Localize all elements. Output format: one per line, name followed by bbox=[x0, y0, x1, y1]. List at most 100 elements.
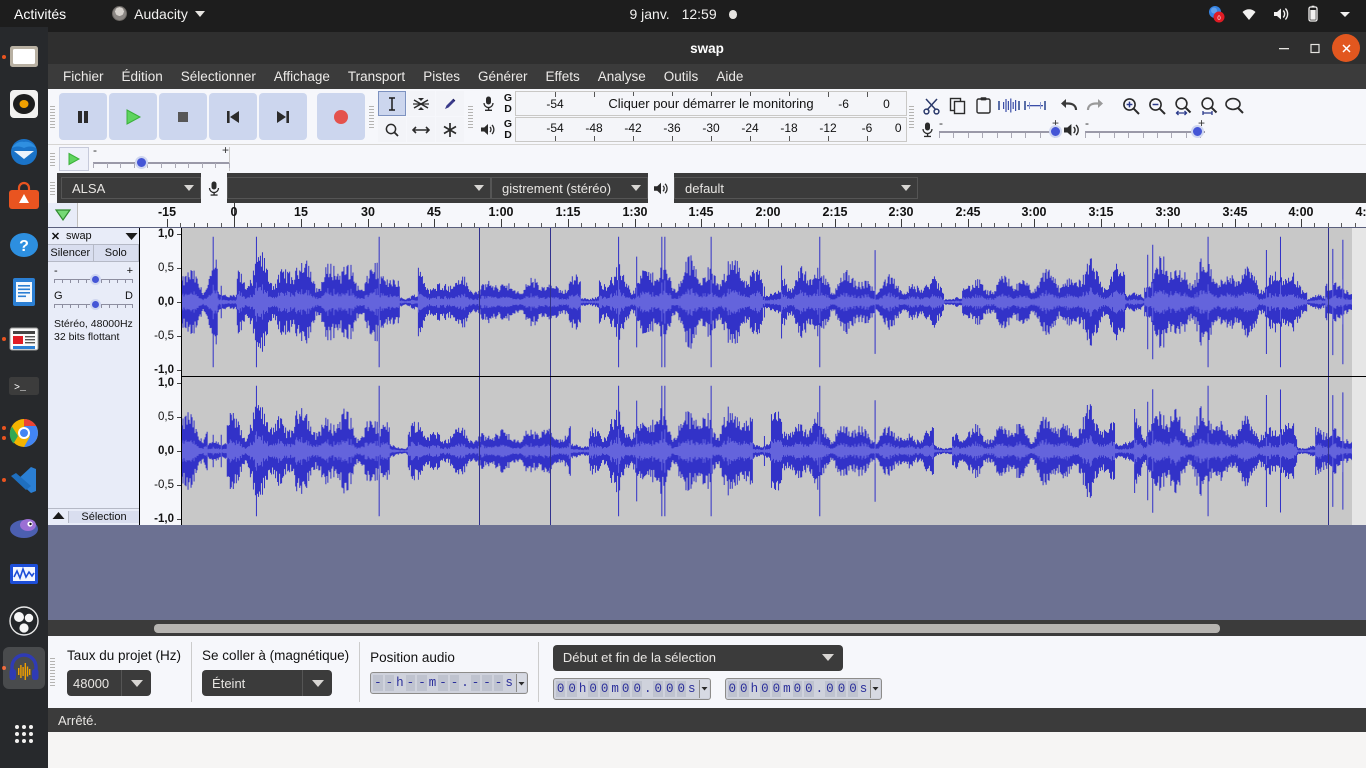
collapse-track-button[interactable] bbox=[48, 511, 68, 523]
draw-tool-button[interactable] bbox=[436, 91, 464, 116]
fit-selection-button[interactable] bbox=[1170, 93, 1196, 119]
paste-button[interactable] bbox=[970, 93, 996, 119]
menu-item-edition[interactable]: Édition bbox=[113, 66, 172, 87]
play-speed-toolbar-grip[interactable] bbox=[48, 145, 57, 173]
transport-toolbar-grip[interactable] bbox=[48, 89, 57, 144]
dock-item-thunderbird[interactable] bbox=[0, 127, 48, 174]
record-button[interactable] bbox=[317, 93, 365, 140]
skip-start-button[interactable] bbox=[209, 93, 257, 140]
timeshift-tool-button[interactable] bbox=[407, 117, 435, 142]
dock-item-help[interactable]: ? bbox=[0, 221, 48, 268]
mute-button[interactable]: Silencer bbox=[48, 245, 94, 261]
activities-button[interactable]: Activités bbox=[14, 6, 66, 22]
close-button[interactable] bbox=[1332, 34, 1360, 62]
maximize-button[interactable] bbox=[1301, 34, 1329, 62]
dock-item-rhythmbox[interactable] bbox=[0, 80, 48, 127]
device-toolbar-grip[interactable] bbox=[48, 173, 57, 203]
waveform-channel-right[interactable] bbox=[182, 377, 1366, 525]
recording-volume-slider[interactable]: - + bbox=[939, 116, 1063, 141]
dock-item-libreoffice-writer[interactable] bbox=[0, 268, 48, 315]
multi-tool-button[interactable] bbox=[436, 117, 464, 142]
app-menu-button[interactable]: Audacity bbox=[112, 6, 205, 22]
selection-toolbar-grip[interactable] bbox=[48, 636, 57, 708]
zoom-in-button[interactable] bbox=[1118, 93, 1144, 119]
menu-item-affichage[interactable]: Affichage bbox=[265, 66, 339, 87]
recording-meter[interactable]: GD -54 -12 -6 0 Cliquer pour démarrer le… bbox=[475, 91, 907, 116]
menu-item-aide[interactable]: Aide bbox=[707, 66, 752, 87]
play-speed-slider[interactable]: - + bbox=[93, 143, 230, 170]
snap-to-select[interactable]: Éteint bbox=[202, 670, 333, 696]
selection-end-field[interactable]: 00h00m00.000s bbox=[724, 677, 883, 700]
audio-host-select[interactable]: ALSA bbox=[61, 177, 201, 199]
slider-thumb[interactable] bbox=[89, 274, 101, 285]
minimize-button[interactable] bbox=[1270, 34, 1298, 62]
stepper-icon[interactable] bbox=[698, 679, 709, 698]
chevron-down-icon[interactable] bbox=[121, 670, 151, 696]
horizontal-scrollbar[interactable] bbox=[48, 620, 1366, 636]
dock-item-terminal[interactable]: >_ bbox=[0, 362, 48, 409]
timeline-scale[interactable]: -15 0 15 30 45 1:00 1:15 1:30 1:45 2:00 2:15 2:30 2:… bbox=[78, 202, 1366, 227]
stepper-icon[interactable] bbox=[515, 674, 526, 692]
dock-item-google-chrome[interactable] bbox=[0, 409, 48, 456]
menu-item-transport[interactable]: Transport bbox=[339, 66, 414, 87]
trim-audio-button[interactable] bbox=[996, 93, 1022, 119]
chevron-down-icon[interactable] bbox=[813, 645, 843, 671]
dock-item-obs-studio[interactable] bbox=[0, 597, 48, 644]
menu-item-fichier[interactable]: Fichier bbox=[54, 66, 113, 87]
track-menu-button[interactable] bbox=[123, 232, 139, 241]
selection-button[interactable]: Sélection bbox=[68, 511, 139, 523]
pause-button[interactable] bbox=[59, 93, 107, 140]
recording-meter-grip[interactable] bbox=[466, 89, 475, 144]
menu-item-effets[interactable]: Effets bbox=[536, 66, 588, 87]
playback-meter[interactable]: GD -54 -48 -42 -36 -30 -24 -18 -12 -6 0 bbox=[475, 117, 907, 142]
silence-audio-button[interactable] bbox=[1022, 93, 1048, 119]
zoom-tool-button[interactable] bbox=[378, 117, 406, 142]
menu-item-outils[interactable]: Outils bbox=[655, 66, 708, 87]
track-pan-slider[interactable]: G D bbox=[54, 290, 134, 312]
play-button[interactable] bbox=[109, 93, 157, 140]
slider-thumb[interactable] bbox=[89, 299, 101, 310]
dock-item-krita[interactable] bbox=[0, 503, 48, 550]
menu-item-pistes[interactable]: Pistes bbox=[414, 66, 469, 87]
undo-button[interactable] bbox=[1056, 93, 1082, 119]
vertical-ruler[interactable]: 1,0 0,5 0,0 -0,5 -1,0 1,0 0,5 0,0 -0,5 -1,0 bbox=[140, 228, 182, 525]
selection-start-field[interactable]: 00h00m00.000s bbox=[552, 677, 711, 700]
stepper-icon[interactable] bbox=[870, 679, 881, 698]
dock-item-audio-analyzer[interactable] bbox=[0, 550, 48, 597]
dock-item-ubuntu-software[interactable] bbox=[0, 174, 48, 221]
scrollbar-thumb[interactable] bbox=[154, 623, 1220, 633]
dock-item-files[interactable] bbox=[0, 33, 48, 80]
chevron-down-icon[interactable] bbox=[302, 670, 332, 696]
waveform-area[interactable] bbox=[182, 228, 1366, 525]
selection-mode-select[interactable]: Début et fin de la sélection bbox=[552, 644, 843, 671]
skip-end-button[interactable] bbox=[259, 93, 307, 140]
stop-button[interactable] bbox=[159, 93, 207, 140]
menu-item-selectionner[interactable]: Sélectionner bbox=[172, 66, 265, 87]
menu-item-analyse[interactable]: Analyse bbox=[589, 66, 655, 87]
audio-position-field[interactable]: --h--m--.---s bbox=[370, 672, 528, 694]
system-tray[interactable]: 0 bbox=[1208, 5, 1354, 23]
pinned-play-head-button[interactable] bbox=[48, 203, 78, 227]
timeline-ruler[interactable]: -15 0 15 30 45 1:00 1:15 1:30 1:45 2:00 2:15 2:30 2:… bbox=[48, 202, 1366, 228]
recording-device-select[interactable] bbox=[227, 177, 491, 199]
tools-toolbar-grip[interactable] bbox=[367, 89, 376, 144]
menu-item-generer[interactable]: Générer bbox=[469, 66, 537, 87]
close-track-button[interactable]: ✕ bbox=[48, 230, 63, 243]
waveform-channel-left[interactable] bbox=[182, 228, 1366, 376]
dock-item-news-reader[interactable] bbox=[0, 315, 48, 362]
play-at-speed-button[interactable] bbox=[59, 147, 89, 171]
solo-button[interactable]: Solo bbox=[93, 245, 139, 261]
show-applications-button[interactable] bbox=[0, 712, 48, 756]
slider-thumb[interactable] bbox=[1190, 124, 1204, 138]
edit-toolbar-grip[interactable] bbox=[907, 89, 916, 144]
clock-button[interactable]: 9 janv. 12:59 bbox=[0, 6, 1366, 22]
playback-device-select[interactable]: default bbox=[674, 177, 918, 199]
recording-channels-select[interactable]: gistrement (stéréo) bbox=[491, 177, 648, 199]
zoom-toggle-button[interactable] bbox=[1222, 93, 1248, 119]
playback-volume-slider[interactable]: - + bbox=[1085, 116, 1205, 141]
selection-tool-button[interactable] bbox=[378, 91, 406, 116]
slider-thumb[interactable] bbox=[1049, 124, 1063, 138]
copy-button[interactable] bbox=[944, 93, 970, 119]
project-rate-select[interactable]: 48000 bbox=[67, 670, 151, 696]
dock-item-audacity[interactable] bbox=[0, 644, 48, 691]
